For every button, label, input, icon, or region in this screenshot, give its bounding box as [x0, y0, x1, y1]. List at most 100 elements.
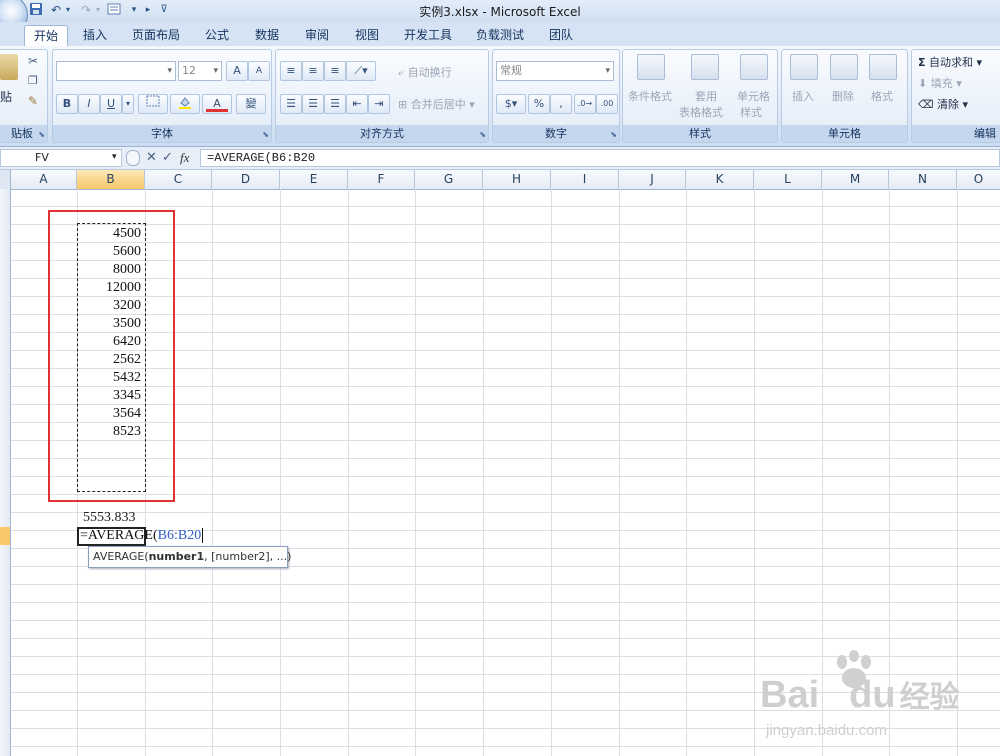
alignment-group-label: 对齐方式: [276, 125, 488, 142]
cell-styles-label-1[interactable]: 单元格: [737, 88, 770, 104]
select-all-button[interactable]: [0, 170, 11, 189]
tab-formulas[interactable]: 公式: [196, 25, 238, 45]
align-center-icon[interactable]: ☰: [302, 94, 324, 114]
align-middle-icon[interactable]: ≡: [302, 61, 324, 81]
edit-formula-prefix: =AVERAGE(: [80, 528, 158, 543]
percent-button[interactable]: %: [528, 94, 550, 114]
insert-cells-button[interactable]: 插入: [792, 88, 814, 104]
gridline: [686, 189, 687, 756]
format-as-table-label-1[interactable]: 套用: [695, 88, 717, 104]
tab-developer[interactable]: 开发工具: [396, 25, 460, 45]
wrap-text-button[interactable]: ⤶ 自动换行: [398, 64, 452, 80]
eraser-icon: ⌫: [918, 98, 934, 111]
copy-icon[interactable]: ❐: [28, 74, 38, 87]
tab-team[interactable]: 团队: [540, 25, 582, 45]
cut-icon[interactable]: ✂: [28, 54, 38, 68]
bold-button[interactable]: B: [56, 94, 78, 114]
column-header-l[interactable]: L: [754, 170, 822, 189]
increase-decimal-icon[interactable]: .0→: [574, 94, 596, 114]
alignment-launcher-icon[interactable]: ⬊: [479, 130, 486, 139]
align-top-icon[interactable]: ≡: [280, 61, 302, 81]
tooltip-function: AVERAGE(: [93, 550, 149, 563]
phonetic-button[interactable]: 變: [236, 94, 266, 114]
cell-styles-icon[interactable]: [740, 54, 768, 80]
cancel-icon[interactable]: ✕: [146, 150, 157, 165]
column-header-g[interactable]: G: [415, 170, 483, 189]
align-left-icon[interactable]: ☰: [280, 94, 302, 114]
column-header-o[interactable]: O: [957, 170, 1000, 189]
font-color-button[interactable]: A: [202, 94, 232, 114]
column-header-f[interactable]: F: [348, 170, 415, 189]
function-tooltip[interactable]: AVERAGE(number1, [number2], ...): [88, 546, 291, 568]
paste-icon[interactable]: [0, 54, 18, 80]
increase-indent-icon[interactable]: ⇥: [368, 94, 390, 114]
underline-button[interactable]: U: [100, 94, 122, 114]
column-header-d[interactable]: D: [212, 170, 280, 189]
merge-center-button[interactable]: ⊞ 合并后居中 ▾: [398, 96, 475, 112]
column-header-m[interactable]: M: [822, 170, 889, 189]
number-launcher-icon[interactable]: ⬊: [610, 130, 617, 139]
row-header-bar: [0, 189, 11, 756]
column-header-i[interactable]: I: [551, 170, 619, 189]
comma-button[interactable]: ,: [550, 94, 572, 114]
clipboard-launcher-icon[interactable]: ⬊: [38, 130, 45, 139]
delete-cells-icon[interactable]: [830, 54, 858, 80]
decrease-decimal-icon[interactable]: .00: [596, 94, 618, 114]
name-box[interactable]: FV: [0, 149, 122, 167]
column-header-n[interactable]: N: [889, 170, 957, 189]
column-header-e[interactable]: E: [280, 170, 348, 189]
decrease-indent-icon[interactable]: ⇤: [346, 94, 368, 114]
format-cells-button[interactable]: 格式: [871, 88, 893, 104]
cell-styles-label-2[interactable]: 样式: [740, 104, 762, 120]
shrink-font-button[interactable]: A: [248, 61, 270, 81]
format-painter-icon[interactable]: ✎: [28, 94, 38, 108]
delete-cells-button[interactable]: 删除: [832, 88, 854, 104]
chevron-down-icon: ▾: [167, 66, 172, 76]
tab-data[interactable]: 数据: [246, 25, 288, 45]
tab-load-test[interactable]: 负载测试: [468, 25, 532, 45]
clear-button[interactable]: ⌫ 清除 ▾: [918, 96, 968, 112]
column-header-j[interactable]: J: [619, 170, 686, 189]
align-right-icon[interactable]: ☰: [324, 94, 346, 114]
currency-icon[interactable]: $▾: [496, 94, 526, 114]
column-header-b[interactable]: B: [77, 170, 145, 189]
insert-function-icon[interactable]: fx: [180, 150, 189, 166]
italic-button[interactable]: I: [78, 94, 100, 114]
formula-input[interactable]: =AVERAGE(B6:B20: [200, 149, 1000, 167]
conditional-format-button[interactable]: 条件格式: [628, 88, 672, 104]
number-format-combo[interactable]: 常规 ▾: [496, 61, 614, 81]
fill-button[interactable]: ⬇ 填充 ▾: [918, 75, 962, 91]
autosum-button[interactable]: Σ 自动求和 ▾: [918, 54, 982, 70]
font-size-value: 12: [182, 64, 196, 77]
tab-review[interactable]: 审阅: [296, 25, 338, 45]
formula-bar-resize-icon[interactable]: [126, 150, 140, 166]
column-header-a[interactable]: A: [11, 170, 77, 189]
column-header-k[interactable]: K: [686, 170, 754, 189]
fill-color-button[interactable]: [170, 94, 200, 114]
tab-home[interactable]: 开始: [24, 25, 68, 47]
chevron-down-icon: ▾: [213, 66, 218, 76]
underline-dropdown-icon[interactable]: ▾: [122, 94, 134, 114]
format-as-table-icon[interactable]: [691, 54, 719, 80]
borders-button[interactable]: [138, 94, 168, 114]
format-cells-icon[interactable]: [869, 54, 897, 80]
column-header-h[interactable]: H: [483, 170, 551, 189]
column-header-c[interactable]: C: [145, 170, 212, 189]
paste-button[interactable]: 贴: [0, 88, 12, 105]
tab-page-layout[interactable]: 页面布局: [124, 25, 188, 45]
font-name-combo[interactable]: ▾: [56, 61, 176, 81]
font-launcher-icon[interactable]: ⬊: [262, 130, 269, 139]
font-size-combo[interactable]: 12 ▾: [178, 61, 222, 81]
number-format-value: 常规: [500, 64, 522, 77]
orientation-icon[interactable]: ⟋▾: [346, 61, 376, 81]
tab-view[interactable]: 视图: [346, 25, 388, 45]
cell-average-result[interactable]: 5553.833: [77, 509, 146, 527]
grow-font-button[interactable]: A: [226, 61, 248, 81]
conditional-format-icon[interactable]: [637, 54, 665, 80]
insert-cells-icon[interactable]: [790, 54, 818, 80]
tab-insert[interactable]: 插入: [74, 25, 116, 45]
align-bottom-icon[interactable]: ≡: [324, 61, 346, 81]
format-as-table-label-2[interactable]: 表格格式: [679, 104, 723, 120]
enter-icon[interactable]: ✓: [162, 150, 173, 165]
name-box-dropdown-icon[interactable]: ▾: [112, 152, 117, 162]
